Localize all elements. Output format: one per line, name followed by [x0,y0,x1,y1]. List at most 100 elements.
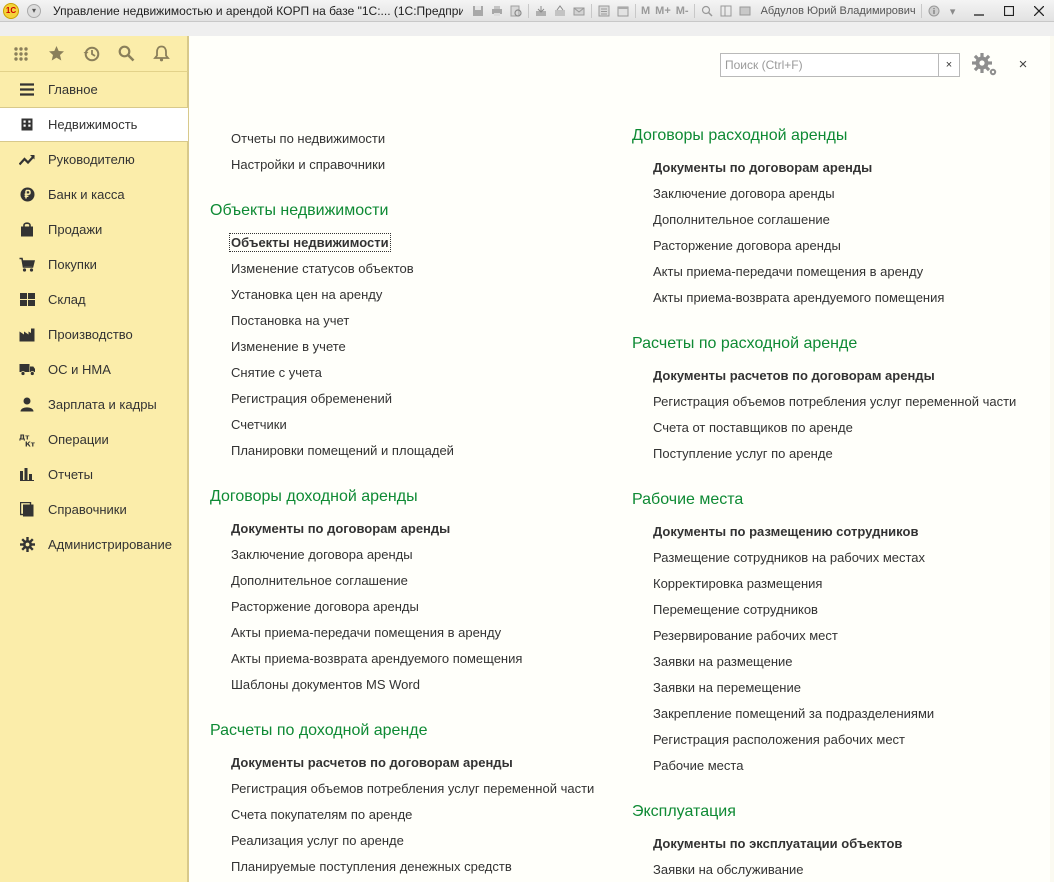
nav-link[interactable]: Дополнительное соглашение [653,212,830,227]
nav-link[interactable]: Заявки на обслуживание [653,862,804,877]
sidebar-item-bank[interactable]: Банк и касса [0,177,187,212]
nav-link[interactable]: Счета покупателям по аренде [231,807,412,822]
toolbar-separator [635,3,636,18]
history-icon[interactable] [82,45,100,63]
calculator-icon[interactable] [597,4,611,18]
attach-icon[interactable] [534,4,548,18]
nav-link[interactable]: Регистрация объемов потребления услуг пе… [653,394,1016,409]
nav-link[interactable]: Планируемые поступления денежных средств [231,859,512,874]
nav-link[interactable]: Заключение договора аренды [231,547,413,562]
sidebar-item-production[interactable]: Производство [0,317,187,352]
settings-dropdown-icon[interactable]: ▾ [946,4,960,18]
nav-link[interactable]: Акты приема-передачи помещения в аренду [653,264,923,279]
sections-sidebar: Главное Недвижимость Руководителю Банк и… [0,72,188,882]
nav-link[interactable]: Регистрация расположения рабочих мест [653,732,905,747]
panel-settings-gear-icon[interactable] [971,52,999,78]
nav-link[interactable]: Акты приема-передачи помещения в аренду [231,625,501,640]
window-title: Управление недвижимостью и арендой КОРП … [53,3,463,18]
sidebar-item-main[interactable]: Главное [0,72,187,107]
sidebar-item-manager[interactable]: Руководителю [0,142,187,177]
search-input[interactable] [720,53,938,77]
favorites-star-icon[interactable] [47,45,65,63]
sidebar-item-warehouse[interactable]: Склад [0,282,187,317]
zoom-icon[interactable] [700,4,714,18]
sidebar-item-real-estate[interactable]: Недвижимость [0,107,188,142]
nav-link[interactable]: Документы по размещению сотрудников [653,524,918,539]
sidebar-item-label: ОС и НМА [48,362,111,377]
nav-link[interactable]: Расторжение договора аренды [231,599,419,614]
memory-minus-button[interactable]: M- [676,5,689,17]
nav-link[interactable]: Акты приема-возврата арендуемого помещен… [653,290,944,305]
sidebar-item-reports[interactable]: Отчеты [0,457,187,492]
close-panel-button[interactable]: × [1015,55,1031,75]
minimize-button[interactable] [964,1,994,21]
nav-link[interactable]: Заключение договора аренды [653,186,835,201]
nav-link[interactable]: Документы по эксплуатации объектов [653,836,902,851]
notifications-bell-icon[interactable] [152,45,170,63]
nav-link[interactable]: Корректировка размещения [653,576,822,591]
nav-link[interactable]: Документы по договорам аренды [231,521,450,536]
sidebar-item-sales[interactable]: Продажи [0,212,187,247]
nav-link[interactable]: Изменение в учете [231,339,346,354]
nav-link[interactable]: Акты приема-возврата арендуемого помещен… [231,651,522,666]
apps-grid-icon[interactable] [12,45,30,63]
nav-link[interactable]: Планировки помещений и площадей [231,443,454,458]
nav-link[interactable]: Поступление услуг по аренде [653,446,833,461]
sidebar-item-operations[interactable]: Дт Кт Операции [0,422,187,457]
user-icon[interactable] [738,4,752,18]
nav-link[interactable]: Документы расчетов по договорам аренды [231,755,513,770]
nav-link[interactable]: Резервирование рабочих мест [653,628,838,643]
mail-icon[interactable] [572,4,586,18]
close-window-button[interactable] [1024,1,1054,21]
sidebar-item-purchases[interactable]: Покупки [0,247,187,282]
nav-link[interactable]: Закрепление помещений за подразделениями [653,706,934,721]
nav-link[interactable]: Шаблоны документов MS Word [231,677,420,692]
panel-layout-icon[interactable] [719,4,733,18]
save-icon[interactable] [471,4,485,18]
nav-link[interactable]: Изменение статусов объектов [231,261,414,276]
nav-link[interactable]: Дополнительное соглашение [231,573,408,588]
search-icon[interactable] [117,45,135,63]
group-title: Договоры доходной аренды [210,488,418,505]
sidebar-item-label: Отчеты [48,467,93,482]
sidebar-item-catalogs[interactable]: Справочники [0,492,187,527]
maximize-button[interactable] [994,1,1024,21]
search-clear-button[interactable]: × [938,53,960,77]
nav-link[interactable]: Рабочие места [653,758,743,773]
main-menu-dropdown-icon[interactable]: ▾ [27,3,41,18]
settings-link[interactable]: Настройки и справочники [231,157,385,172]
nav-link[interactable]: Объекты недвижимости [229,233,391,252]
nav-link[interactable]: Регистрация объемов потребления услуг пе… [231,781,594,796]
search-box: × [720,53,960,77]
sidebar-item-label: Банк и касса [48,187,125,202]
nav-link[interactable]: Счетчики [231,417,287,432]
nav-link[interactable]: Перемещение сотрудников [653,602,818,617]
nav-link[interactable]: Счета от поставщиков по аренде [653,420,853,435]
calendar-icon[interactable] [616,4,630,18]
nav-link[interactable]: Заявки на перемещение [653,680,801,695]
link-icon[interactable] [553,4,567,18]
sidebar-item-fixed-assets[interactable]: ОС и НМА [0,352,187,387]
sidebar-item-payroll[interactable]: Зарплата и кадры [0,387,187,422]
report-link[interactable]: Отчеты по недвижимости [231,131,385,146]
nav-link[interactable]: Установка цен на аренду [231,287,382,302]
nav-link[interactable]: Снятие с учета [231,365,322,380]
nav-link[interactable]: Регистрация обременений [231,391,392,406]
nav-link[interactable]: Документы расчетов по договорам аренды [653,368,935,383]
current-user[interactable]: Абдулов Юрий Владимирович [761,5,916,17]
nav-link[interactable]: Постановка на учет [231,313,349,328]
group-title: Эксплуатация [632,803,736,820]
cart-icon [19,257,35,273]
window-title-bar: 1С ▾ Управление недвижимостью и арендой … [0,0,1054,22]
nav-link[interactable]: Расторжение договора аренды [653,238,841,253]
nav-link[interactable]: Заявки на размещение [653,654,793,669]
memory-plus-button[interactable]: M+ [655,5,671,17]
info-icon[interactable] [927,4,941,18]
memory-button[interactable]: M [641,5,650,17]
nav-link[interactable]: Размещение сотрудников на рабочих местах [653,550,925,565]
nav-link[interactable]: Документы по договорам аренды [653,160,872,175]
print-icon[interactable] [490,4,504,18]
sidebar-item-administration[interactable]: Администрирование [0,527,187,562]
nav-link[interactable]: Реализация услуг по аренде [231,833,404,848]
preview-icon[interactable] [509,4,523,18]
